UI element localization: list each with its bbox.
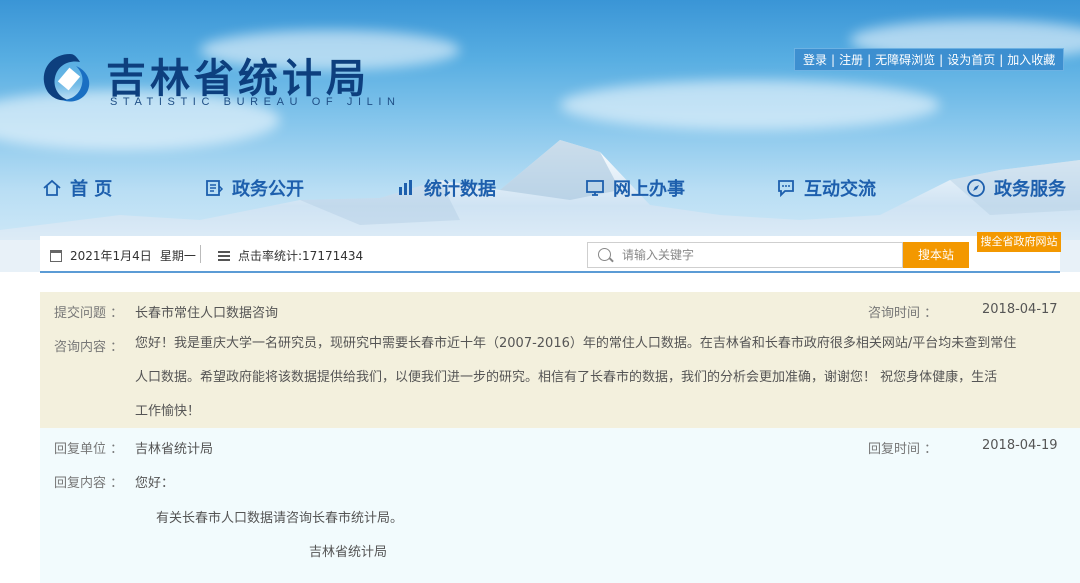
search-icon [598,248,611,261]
reply-greeting: 您好： [135,476,175,491]
top-utility-links: 登录 | 注册 | 无障碍浏览 | 设为首页 | 加入收藏 [794,48,1065,71]
divider [200,245,201,263]
current-date: 2021年1月4日 星期一 [50,247,196,264]
divider: | [939,52,944,67]
nav-label: 政务公开 [232,179,304,200]
document-icon [206,180,224,196]
nav-label: 网上办事 [613,179,685,200]
question-time: 2018-04-17 [982,302,1058,317]
question-title: 长春市常住人口数据咨询 [135,306,279,321]
nav-label: 统计数据 [424,179,496,200]
reply-panel: 回复单位 ： 吉林省统计局 回复时间 ： 2018-04-19 回复内容 ： 您… [40,428,1080,583]
nav-home[interactable]: 首 页 [42,168,112,208]
chat-icon [778,180,794,198]
reply-unit: 吉林省统计局 [135,442,214,457]
question-content-line: 人口数据。希望政府能将该数据提供给我们，以便我们进一步的研究。相信有了长春市的数… [135,370,998,385]
weekday-text: 星期一 [159,249,196,263]
question-content-label: 咨询内容 ： [54,340,124,355]
nav-label: 首 页 [70,179,113,200]
header-banner: 吉林省统计局 STATISTIC BUREAU OF JILIN 登录 | 注册… [0,0,1080,272]
question-content-line: 您好！我是重庆大学一名研究员，现研究中需要长春市近十年（2007-2016）年的… [135,336,1017,351]
nav-government-affairs[interactable]: 政务公开 [204,168,304,208]
register-link[interactable]: 注册 [839,51,863,68]
nav-label: 政务服务 [994,179,1066,200]
question-time-label: 咨询时间 ： [868,306,938,321]
date-text: 2021年1月4日 [70,249,152,263]
search-all-gov-sites-button[interactable]: 搜全省政府网站 [977,232,1061,252]
main-nav: 首 页 政务公开 统计数据 网上办事 互动交流 政务服务 [0,168,1080,208]
reply-unit-label: 回复单位 ： [54,442,124,457]
divider: | [831,52,836,67]
search-site-button[interactable]: 搜本站 [903,242,969,268]
click-stats-text: 点击率统计:17171434 [238,249,364,263]
reply-content-label: 回复内容 ： [54,476,124,491]
add-favorite-link[interactable]: 加入收藏 [1007,51,1055,68]
question-content: 您好！我是重庆大学一名研究员，现研究中需要长春市近十年（2007-2016）年的… [135,327,1055,429]
calendar-icon [50,249,62,262]
bureau-logo-icon [43,54,90,102]
nav-government-services[interactable]: 政务服务 [966,168,1066,208]
search-box [587,242,903,268]
login-link[interactable]: 登录 [803,51,827,68]
question-panel: 提交问题 ： 长春市常住人口数据咨询 咨询时间 ： 2018-04-17 咨询内… [40,292,1080,428]
reply-time: 2018-04-19 [982,438,1058,453]
divider: | [999,52,1004,67]
search-input[interactable] [622,246,892,264]
compass-icon [967,179,985,197]
nav-interaction[interactable]: 互动交流 [776,168,876,208]
nav-label: 互动交流 [804,179,876,200]
list-icon [218,250,230,261]
reply-signature: 吉林省统计局 [309,545,388,560]
accessibility-link[interactable]: 无障碍浏览 [875,51,935,68]
home-icon [43,179,61,196]
monitor-icon [586,180,604,196]
site-subtitle: STATISTIC BUREAU OF JILIN [110,96,401,108]
info-search-bar: 2021年1月4日 星期一 点击率统计:17171434 搜本站 搜全省政府网站 [40,232,1061,273]
reply-body: 有关长春市人口数据请咨询长春市统计局。 [156,511,404,526]
nav-online-services[interactable]: 网上办事 [585,168,685,208]
question-title-label: 提交问题 ： [54,306,124,321]
click-statistics: 点击率统计:17171434 [218,247,363,264]
site-logo[interactable]: 吉林省统计局 STATISTIC BUREAU OF JILIN [40,44,395,114]
divider: | [867,52,872,67]
reply-time-label: 回复时间 ： [868,442,938,457]
bar-chart-icon [399,180,412,195]
nav-statistics-data[interactable]: 统计数据 [396,168,496,208]
set-homepage-link[interactable]: 设为首页 [947,51,995,68]
question-content-line: 工作愉快！ [135,404,201,419]
